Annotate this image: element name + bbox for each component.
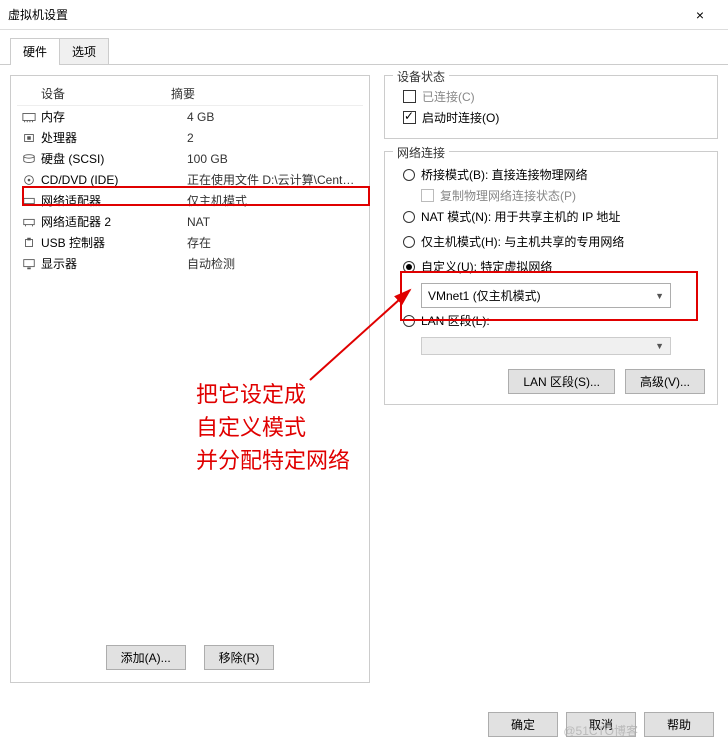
ok-button[interactable]: 确定: [488, 712, 558, 737]
radio-bridged[interactable]: 桥接模式(B): 直接连接物理网络: [397, 162, 707, 187]
annotation-line: 并分配特定网络: [196, 444, 350, 477]
network-icon: [21, 215, 37, 229]
tab-options[interactable]: 选项: [59, 38, 109, 64]
checkbox-icon: [403, 111, 416, 124]
titlebar: 虚拟机设置 ×: [0, 0, 728, 30]
hardware-list-header: 设备 摘要: [17, 82, 363, 106]
hw-device-label: 显示器: [41, 255, 187, 272]
custom-network-value: VMnet1 (仅主机模式): [428, 287, 541, 304]
hw-device-label: 网络适配器: [41, 192, 187, 209]
lan-segments-button[interactable]: LAN 区段(S)...: [508, 369, 615, 394]
annotation-line: 把它设定成: [196, 378, 350, 411]
checkbox-icon: [421, 189, 434, 202]
cpu-icon: [21, 131, 37, 145]
header-summary: 摘要: [171, 85, 359, 102]
lan-segment-select: ▼: [421, 337, 671, 355]
disk-icon: [21, 152, 37, 166]
bridged-label: 桥接模式(B): 直接连接物理网络: [421, 166, 588, 183]
settings-panel: 设备状态 已连接(C) 启动时连接(O) 网络连接 桥接模式(B): 直接连接物…: [384, 75, 718, 683]
connected-checkbox-row[interactable]: 已连接(C): [397, 86, 707, 107]
hw-row-nic2[interactable]: 网络适配器 2 NAT: [17, 211, 363, 232]
device-status-legend: 设备状态: [393, 68, 449, 85]
annotation-line: 自定义模式: [196, 411, 350, 444]
hw-summary-label: 自动检测: [187, 255, 359, 272]
hw-summary-label: 仅主机模式: [187, 192, 359, 209]
hw-device-label: 硬盘 (SCSI): [41, 150, 187, 167]
connect-on-start-checkbox-row[interactable]: 启动时连接(O): [397, 107, 707, 128]
hw-row-memory[interactable]: 内存 4 GB: [17, 106, 363, 127]
radio-nat[interactable]: NAT 模式(N): 用于共享主机的 IP 地址: [397, 204, 707, 229]
hw-summary-label: 2: [187, 131, 359, 145]
custom-network-select[interactable]: VMnet1 (仅主机模式) ▼: [421, 283, 671, 308]
radio-hostonly[interactable]: 仅主机模式(H): 与主机共享的专用网络: [397, 229, 707, 254]
content-area: 设备 摘要 内存 4 GB 处理器 2 硬盘 (SCSI) 100 GB CD/…: [0, 65, 728, 693]
device-status-group: 设备状态 已连接(C) 启动时连接(O): [384, 75, 718, 139]
custom-label: 自定义(U): 特定虚拟网络: [421, 258, 552, 275]
radio-icon: [403, 315, 415, 327]
header-device: 设备: [21, 85, 171, 102]
hw-summary-label: NAT: [187, 215, 359, 229]
checkbox-icon: [403, 90, 416, 103]
hw-summary-label: 100 GB: [187, 152, 359, 166]
hw-device-label: 处理器: [41, 129, 187, 146]
hw-row-cdrom[interactable]: CD/DVD (IDE) 正在使用文件 D:\云计算\CentO...: [17, 169, 363, 190]
network-icon: [21, 194, 37, 208]
hw-summary-label: 4 GB: [187, 110, 359, 124]
hw-row-display[interactable]: 显示器 自动检测: [17, 253, 363, 274]
display-icon: [21, 257, 37, 271]
advanced-button[interactable]: 高级(V)...: [625, 369, 705, 394]
hw-row-disk[interactable]: 硬盘 (SCSI) 100 GB: [17, 148, 363, 169]
hostonly-label: 仅主机模式(H): 与主机共享的专用网络: [421, 233, 624, 250]
remove-hardware-button[interactable]: 移除(R): [204, 645, 275, 670]
replicate-label: 复制物理网络连接状态(P): [440, 187, 576, 204]
add-hardware-button[interactable]: 添加(A)...: [106, 645, 186, 670]
connected-label: 已连接(C): [422, 88, 475, 105]
hw-summary-label: 存在: [187, 234, 359, 251]
radio-icon: [403, 261, 415, 273]
cdrom-icon: [21, 173, 37, 187]
memory-icon: [21, 110, 37, 124]
radio-custom[interactable]: 自定义(U): 特定虚拟网络: [397, 254, 707, 279]
network-connection-group: 网络连接 桥接模式(B): 直接连接物理网络 复制物理网络连接状态(P) NAT…: [384, 151, 718, 405]
hw-row-nic1[interactable]: 网络适配器 仅主机模式: [17, 190, 363, 211]
watermark: @51CTO博客: [563, 722, 638, 739]
chevron-down-icon: ▼: [655, 341, 664, 351]
hw-device-label: USB 控制器: [41, 234, 187, 251]
network-extra-buttons: LAN 区段(S)... 高级(V)...: [397, 369, 707, 394]
connect-on-start-label: 启动时连接(O): [422, 109, 499, 126]
nat-label: NAT 模式(N): 用于共享主机的 IP 地址: [421, 208, 620, 225]
radio-lan[interactable]: LAN 区段(L):: [397, 308, 707, 333]
tab-bar: 硬件 选项: [0, 30, 728, 65]
hardware-list: 设备 摘要 内存 4 GB 处理器 2 硬盘 (SCSI) 100 GB CD/…: [17, 82, 363, 639]
hardware-buttons: 添加(A)... 移除(R): [17, 639, 363, 676]
lan-label: LAN 区段(L):: [421, 312, 490, 329]
hw-summary-label: 正在使用文件 D:\云计算\CentO...: [187, 171, 359, 188]
hw-device-label: 网络适配器 2: [41, 213, 187, 230]
window-title: 虚拟机设置: [8, 6, 680, 23]
radio-icon: [403, 211, 415, 223]
close-icon[interactable]: ×: [680, 7, 720, 23]
tab-hardware[interactable]: 硬件: [10, 38, 60, 64]
replicate-checkbox-row: 复制物理网络连接状态(P): [397, 187, 707, 204]
usb-icon: [21, 236, 37, 250]
hw-row-cpu[interactable]: 处理器 2: [17, 127, 363, 148]
hw-row-usb[interactable]: USB 控制器 存在: [17, 232, 363, 253]
radio-icon: [403, 169, 415, 181]
hw-device-label: 内存: [41, 108, 187, 125]
help-button[interactable]: 帮助: [644, 712, 714, 737]
hw-device-label: CD/DVD (IDE): [41, 173, 187, 187]
chevron-down-icon: ▼: [655, 291, 664, 301]
network-legend: 网络连接: [393, 144, 449, 161]
annotation-text: 把它设定成 自定义模式 并分配特定网络: [196, 378, 350, 477]
radio-icon: [403, 236, 415, 248]
